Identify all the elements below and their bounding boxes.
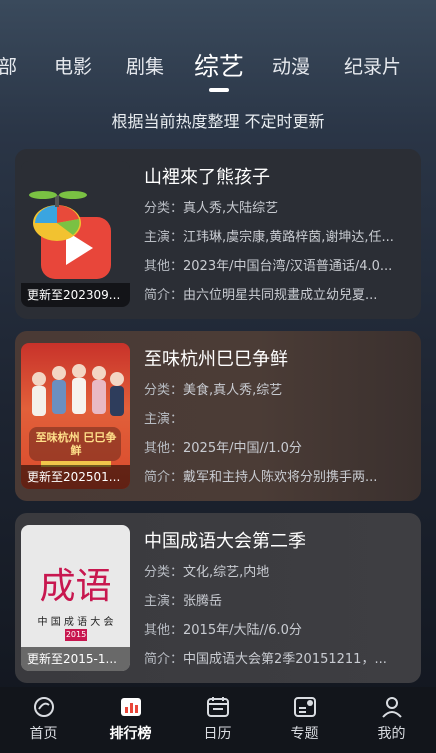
show-card[interactable]: 成语 中 国 成 语 大 会 2015 更新至2015-1... 中国成语大会第… [15,513,421,683]
tab-anime[interactable]: 动漫 [272,52,310,79]
tab-partial[interactable]: 部 [0,52,17,79]
category-tabs: 部 电影 剧集 综艺 动漫 纪录片 [0,52,436,92]
tab-variety[interactable]: 综艺 [194,47,244,83]
home-icon [33,697,54,717]
show-poster[interactable]: 更新至202309... [21,161,130,307]
tab-series[interactable]: 剧集 [126,52,164,79]
tab-movies[interactable]: 电影 [54,52,92,79]
show-cast: 主演：江玮琳,虞宗康,黄路梓茵,谢坤达,任... [144,230,394,245]
show-intro: 简介：由六位明星共同规畫成立幼兒夏... [144,288,378,303]
topic-icon [293,697,316,717]
show-category: 分类：美食,真人秀,综艺 [144,383,283,398]
show-poster[interactable]: 成语 中 国 成 语 大 会 2015 更新至2015-1... [21,525,130,671]
tab-documentary[interactable]: 纪录片 [344,52,401,79]
poster-year-badge: 2015 [65,629,87,641]
nav-ranking[interactable]: 排行榜 [87,695,174,743]
ranking-icon [120,698,141,716]
profile-icon [381,697,402,718]
poster-title-text: 至味杭州 巳巳争鲜 [35,431,117,457]
bottom-nav: 首页 排行榜 日历 专题 我的 [0,687,436,753]
show-cast: 主演： [144,412,184,427]
show-category: 分类：文化,综艺,内地 [144,565,270,580]
show-poster[interactable]: 至味杭州 巳巳争鲜 更新至202501... [21,343,130,489]
nav-profile[interactable]: 我的 [348,695,435,743]
update-badge: 更新至202501... [21,465,130,489]
show-title: 至味杭州巳巳争鲜 [144,349,288,370]
show-cast: 主演：张腾岳 [144,594,223,609]
update-badge: 更新至202309... [21,283,130,307]
show-card[interactable]: 至味杭州 巳巳争鲜 更新至202501... 至味杭州巳巳争鲜 分类：美食,真人… [15,331,421,501]
update-badge: 更新至2015-1... [21,647,130,671]
show-other: 其他：2025年/中国//1.0分 [144,441,302,456]
nav-home[interactable]: 首页 [0,695,87,743]
show-intro: 简介：戴军和主持人陈欢将分别携手两... [144,470,378,485]
show-other: 其他：2023年/中国台湾/汉语普通话/4.0... [144,259,393,274]
show-category: 分类：真人秀,大陆综艺 [144,201,279,216]
nav-calendar[interactable]: 日历 [174,695,261,743]
show-card[interactable]: 更新至202309... 山裡來了熊孩子 分类：真人秀,大陆综艺 主演：江玮琳,… [15,149,421,319]
show-title: 山裡來了熊孩子 [144,167,270,188]
nav-topics[interactable]: 专题 [261,695,348,743]
show-title: 中国成语大会第二季 [144,531,306,552]
show-intro: 简介：中国成语大会第2季20151211，... [144,652,387,667]
ranking-subtitle: 根据当前热度整理 不定时更新 [111,112,325,131]
show-other: 其他：2015年/大陆//6.0分 [144,623,302,638]
active-tab-indicator [209,88,229,92]
poster-logo-text: 成语 [39,566,112,607]
poster-caption: 中 国 成 语 大 会 [37,617,114,628]
calendar-icon [206,697,229,717]
